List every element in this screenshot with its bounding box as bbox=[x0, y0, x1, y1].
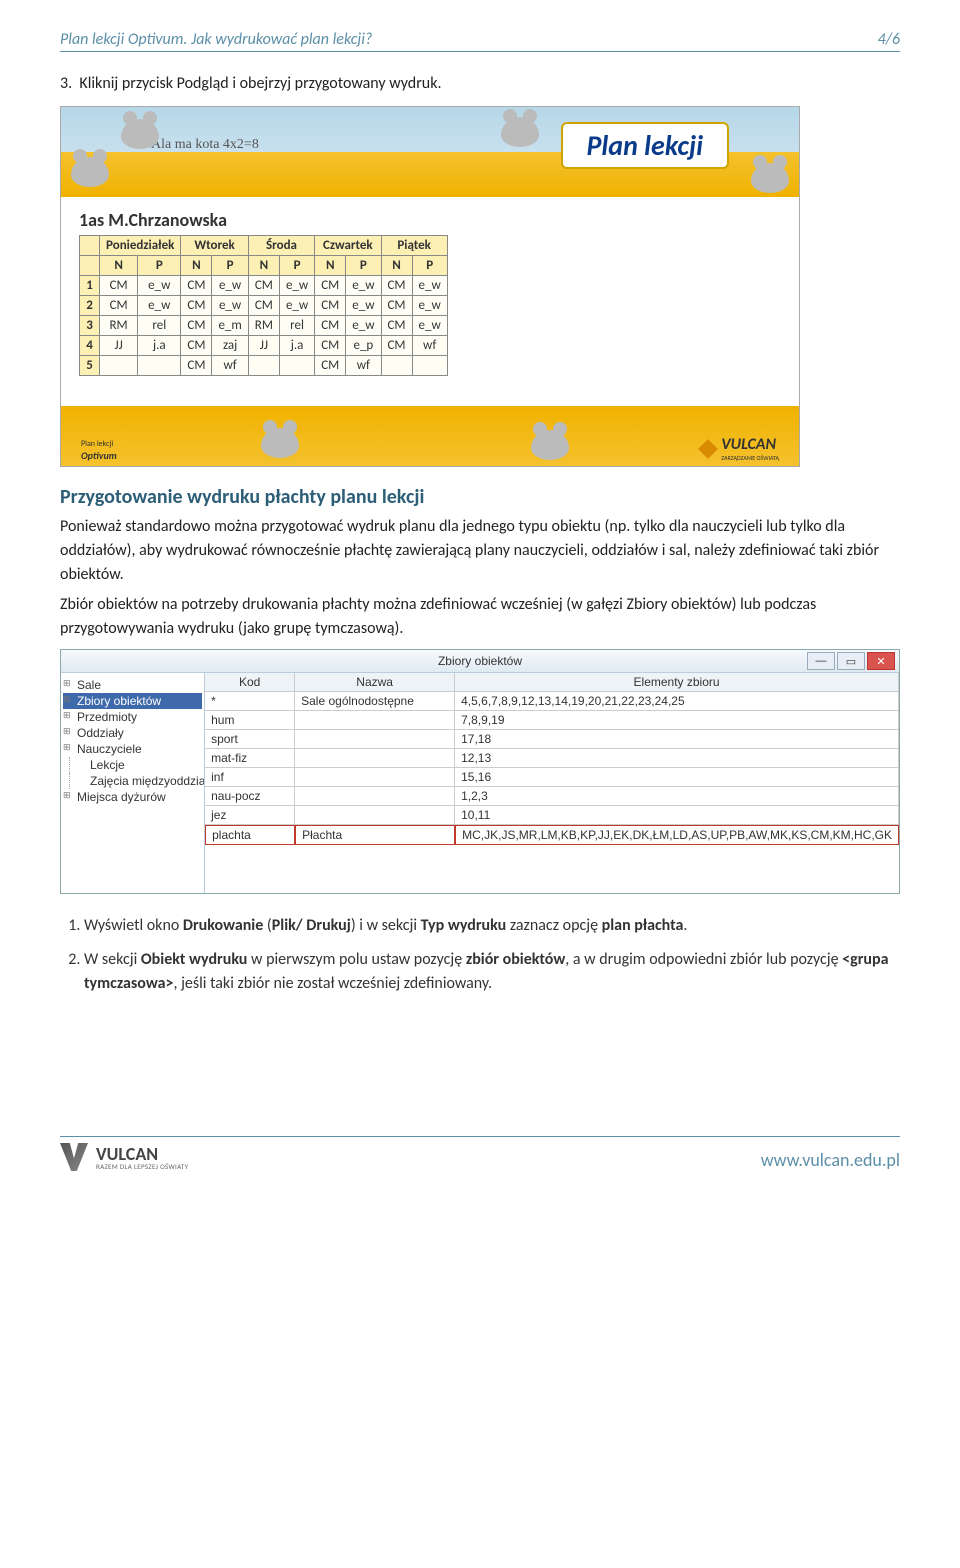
col-elementy: Elementy zbioru bbox=[455, 673, 899, 692]
footer-right: VULCAN ZARZĄDZANIE OŚWIATĄ bbox=[701, 435, 779, 462]
grid-row[interactable]: inf15,16 bbox=[205, 768, 899, 787]
maximize-button[interactable]: ▭ bbox=[837, 652, 865, 670]
tree-item[interactable]: Nauczyciele bbox=[63, 741, 202, 757]
minimize-button[interactable]: — bbox=[807, 652, 835, 670]
grid-row[interactable]: hum7,8,9,19 bbox=[205, 711, 899, 730]
grid-row[interactable]: plachtaPłachtaMC,JK,JS,MR,LM,KB,KP,JJ,EK… bbox=[205, 825, 899, 845]
step-1: Wyświetl okno Drukowanie (Plik/ Drukuj) … bbox=[84, 914, 900, 938]
section-para-2: Zbiór obiektów na potrzeby drukowania pł… bbox=[60, 593, 900, 641]
mouse-icon bbox=[261, 428, 299, 458]
day-header: Czwartek bbox=[315, 236, 381, 256]
mouse-icon bbox=[501, 117, 539, 147]
schedule-row: 1CMe_wCMe_wCMe_wCMe_wCMe_w bbox=[80, 276, 448, 296]
objects-window: Zbiory obiektów — ▭ ✕ SaleZbiory obiektó… bbox=[60, 649, 900, 894]
grid-row[interactable]: jez10,11 bbox=[205, 806, 899, 825]
preview-screenshot: Ala ma kota 4x2=8 Plan lekcji 1as M.Chrz… bbox=[60, 106, 800, 467]
banner-header: Ala ma kota 4x2=8 Plan lekcji bbox=[61, 107, 799, 197]
grid-header: Kod Nazwa Elementy zbioru bbox=[205, 673, 899, 692]
vulcan-logo: VULCAN RAZEM DLA LEPSZEJ OŚWIATY bbox=[60, 1143, 188, 1171]
tree-item[interactable]: Zajęcia międzyoddziałowe bbox=[69, 773, 202, 789]
tree-item[interactable]: Oddziały bbox=[63, 725, 202, 741]
banner-footer: Plan lekcji Optivum VULCAN ZARZĄDZANIE O… bbox=[61, 406, 799, 466]
vulcan-v-icon bbox=[60, 1143, 88, 1171]
step-2: W sekcji Obiekt wydruku w pierwszym polu… bbox=[84, 948, 900, 996]
grid-row[interactable]: sport17,18 bbox=[205, 730, 899, 749]
schedule-block: 1as M.Chrzanowska Poniedziałek Wtorek Śr… bbox=[61, 197, 799, 406]
banner-title: Plan lekcji bbox=[561, 122, 729, 169]
window-titlebar: Zbiory obiektów — ▭ ✕ bbox=[61, 650, 899, 673]
tree-item[interactable]: Miejsca dyżurów bbox=[63, 789, 202, 805]
page-header: Plan lekcji Optivum. Jak wydrukować plan… bbox=[60, 30, 900, 52]
section-title: Przygotowanie wydruku płachty planu lekc… bbox=[60, 485, 900, 509]
np-header-row: NP NP NP NP NP bbox=[80, 256, 448, 276]
step-3-text: Kliknij przycisk Podgląd i obejrzyj przy… bbox=[79, 74, 441, 93]
footer-site: www.vulcan.edu.pl bbox=[761, 1149, 900, 1171]
schedule-row: 3RMrelCMe_mRMrelCMe_wCMe_w bbox=[80, 316, 448, 336]
col-kod: Kod bbox=[205, 673, 295, 692]
day-header: Środa bbox=[248, 236, 314, 256]
grid-row[interactable]: *Sale ogólnodostępne4,5,6,7,8,9,12,13,14… bbox=[205, 692, 899, 711]
footer-left: Plan lekcji Optivum bbox=[81, 439, 117, 462]
vulcan-icon bbox=[698, 439, 718, 459]
day-header: Wtorek bbox=[181, 236, 248, 256]
schedule-row: 5CMwfCMwf bbox=[80, 356, 448, 376]
grid-row[interactable]: mat-fiz12,13 bbox=[205, 749, 899, 768]
header-title: Plan lekcji Optivum. Jak wydrukować plan… bbox=[60, 30, 372, 49]
day-header: Poniedziałek bbox=[100, 236, 181, 256]
schedule-row: 4JJj.aCMzajJJj.aCMe_pCMwf bbox=[80, 336, 448, 356]
close-button[interactable]: ✕ bbox=[867, 652, 895, 670]
page-footer: VULCAN RAZEM DLA LEPSZEJ OŚWIATY www.vul… bbox=[60, 1136, 900, 1171]
tree-item[interactable]: Lekcje bbox=[69, 757, 202, 773]
window-title: Zbiory obiektów bbox=[438, 654, 522, 668]
grid-row[interactable]: nau-pocz1,2,3 bbox=[205, 787, 899, 806]
mouse-icon bbox=[71, 157, 109, 187]
schedule-table: Poniedziałek Wtorek Środa Czwartek Piąte… bbox=[79, 235, 448, 376]
header-page: 4/6 bbox=[878, 30, 900, 49]
mouse-icon bbox=[121, 119, 159, 149]
steps-list: Wyświetl okno Drukowanie (Plik/ Drukuj) … bbox=[60, 914, 900, 996]
grid-panel: Kod Nazwa Elementy zbioru *Sale ogólnodo… bbox=[205, 673, 899, 893]
class-name: 1as M.Chrzanowska bbox=[79, 209, 781, 231]
corner-cell bbox=[80, 236, 100, 256]
tree-panel[interactable]: SaleZbiory obiektówPrzedmiotyOddziałyNau… bbox=[61, 673, 205, 893]
mouse-icon bbox=[531, 430, 569, 460]
mouse-icon bbox=[751, 163, 789, 193]
tree-item[interactable]: Sale bbox=[63, 677, 202, 693]
day-header: Piątek bbox=[381, 236, 447, 256]
step-3: 3. Kliknij przycisk Podgląd i obejrzyj p… bbox=[60, 72, 900, 96]
section-para-1: Ponieważ standardowo można przygotować w… bbox=[60, 515, 900, 587]
col-nazwa: Nazwa bbox=[295, 673, 455, 692]
tree-item[interactable]: Zbiory obiektów bbox=[63, 693, 202, 709]
tree-item[interactable]: Przedmioty bbox=[63, 709, 202, 725]
banner-scribble: Ala ma kota 4x2=8 bbox=[151, 137, 259, 153]
schedule-row: 2CMe_wCMe_wCMe_wCMe_wCMe_w bbox=[80, 296, 448, 316]
